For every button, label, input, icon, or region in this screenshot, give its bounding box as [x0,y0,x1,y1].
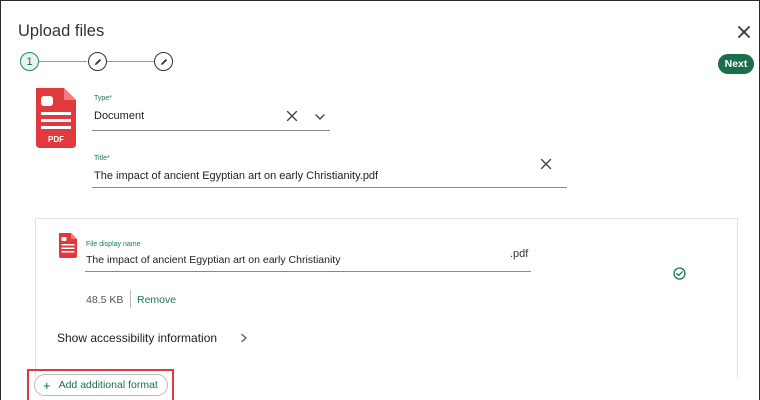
step-3[interactable] [154,52,173,71]
remove-link[interactable]: Remove [137,294,176,306]
dialog-title: Upload files [18,22,105,40]
add-format-button[interactable]: + Add additional format [34,374,168,396]
step-2[interactable] [88,52,107,71]
chevron-right-icon[interactable] [240,333,248,343]
type-select[interactable]: Document [94,110,144,122]
close-icon[interactable] [737,25,751,39]
chevron-down-icon[interactable] [315,113,325,121]
add-format-label: Add additional format [58,379,158,391]
type-field-underline [92,130,330,131]
pdf-file-icon [59,233,77,258]
type-field-label: Type* [94,95,112,102]
file-extension: .pdf [510,248,529,260]
file-size: 48.5 KB [86,294,124,306]
step-1-label: 1 [26,55,33,68]
accessibility-toggle[interactable]: Show accessibility information [57,331,217,345]
display-name-input[interactable]: The impact of ancient Egyptian art on ea… [86,254,340,266]
pdf-icon-text: PDF [48,135,64,144]
title-input[interactable]: The impact of ancient Egyptian art on ea… [94,170,378,182]
display-name-label: File display name [86,241,141,248]
clear-title-icon[interactable] [540,158,552,170]
pencil-icon [94,58,101,65]
next-button[interactable]: Next [718,54,754,74]
stepper-connector [107,61,154,62]
pencil-icon [160,58,167,65]
divider [130,290,131,308]
stepper-connector [39,61,87,62]
plus-icon: + [43,377,51,393]
clear-type-icon[interactable] [286,110,298,122]
check-circle-icon [673,267,686,280]
step-1[interactable]: 1 [20,52,39,71]
title-field-label: Title* [94,155,110,162]
stepper: 1 [20,52,180,72]
display-name-underline [85,271,531,272]
pdf-file-icon: PDF [36,88,76,148]
title-field-underline [92,187,567,188]
